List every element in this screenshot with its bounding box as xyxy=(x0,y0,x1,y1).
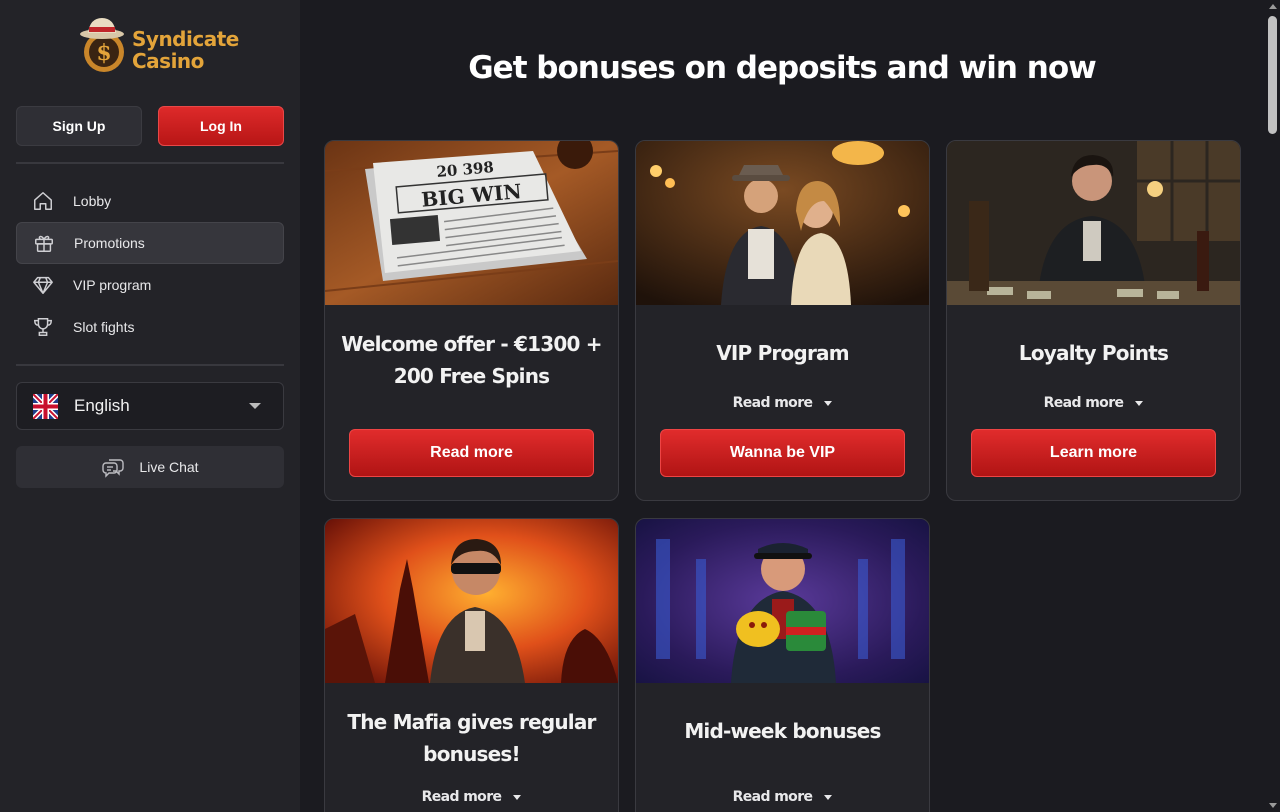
promo-card-mid-week-bonuses: Mid-week bonuses Read more xyxy=(635,518,930,812)
sidebar-nav: Lobby Promotions VIP program Slot fights xyxy=(16,180,284,348)
promo-title-line1: Welcome offer - €1300 + xyxy=(341,332,602,356)
log-in-button[interactable]: Log In xyxy=(158,106,284,146)
promo-card-loyalty-points: Loyalty Points Read more Learn more xyxy=(946,140,1241,501)
promo-title-line2: 200 Free Spins xyxy=(393,364,550,388)
promo-image-newspaper[interactable]: 20 398 BIG WIN xyxy=(325,141,618,305)
diamond-icon xyxy=(33,276,53,294)
live-chat-button[interactable]: Live Chat xyxy=(16,446,284,488)
sidebar-item-label: Slot fights xyxy=(73,319,135,335)
page-title: Get bonuses on deposits and win now xyxy=(468,50,1097,86)
live-chat-label: Live Chat xyxy=(139,459,199,475)
promo-title: VIP Program xyxy=(716,341,849,365)
sidebar-divider xyxy=(16,162,284,164)
read-more-label: Read more xyxy=(732,395,813,411)
gift-icon xyxy=(35,235,53,252)
chevron-down-icon xyxy=(1135,400,1144,406)
sidebar-item-label: Lobby xyxy=(73,193,112,209)
promo-image-banker-piggy[interactable] xyxy=(636,519,929,683)
logo-emblem-icon: $ xyxy=(80,18,124,72)
scrollbar-thumb[interactable] xyxy=(1268,16,1277,134)
chevron-down-icon xyxy=(249,403,261,409)
sidebar-item-promotions[interactable]: Promotions xyxy=(16,222,284,264)
read-more-toggle[interactable]: Read more xyxy=(947,395,1240,411)
sidebar-item-label: VIP program xyxy=(73,277,152,293)
promo-title: Loyalty Points xyxy=(1018,341,1169,365)
sidebar-item-label: Promotions xyxy=(74,235,145,251)
read-more-label: Read more xyxy=(421,789,502,805)
auth-buttons: Sign Up Log In xyxy=(16,106,284,146)
brand-name-line1: Syndicate xyxy=(132,27,239,51)
trophy-icon xyxy=(34,318,52,336)
chevron-down-icon xyxy=(824,400,833,406)
sidebar-divider xyxy=(16,364,284,366)
casino-logo[interactable]: $ Syndicate Casino xyxy=(78,14,239,78)
promo-image-mafia-man[interactable] xyxy=(325,519,618,683)
learn-more-button[interactable]: Learn more xyxy=(971,429,1216,477)
promo-title: Welcome offer - €1300 + 200 Free Spins xyxy=(335,328,608,392)
promo-card-vip-program: VIP Program Read more Wanna be VIP xyxy=(635,140,930,501)
sidebar-item-lobby[interactable]: Lobby xyxy=(16,180,284,222)
svg-text:$: $ xyxy=(96,40,111,66)
language-select[interactable]: English xyxy=(16,382,284,430)
promo-title-line2: bonuses! xyxy=(423,742,520,766)
chevron-down-icon xyxy=(513,794,522,800)
brand-name: Syndicate Casino xyxy=(132,28,239,72)
sign-up-button[interactable]: Sign Up xyxy=(16,106,142,146)
sidebar-item-slot-fights[interactable]: Slot fights xyxy=(16,306,284,348)
read-more-toggle[interactable]: Read more xyxy=(325,789,618,805)
wanna-be-vip-button[interactable]: Wanna be VIP xyxy=(660,429,905,477)
promo-title: Mid-week bonuses xyxy=(684,719,881,743)
read-more-label: Read more xyxy=(732,789,813,805)
read-more-toggle[interactable]: Read more xyxy=(636,395,929,411)
language-label: English xyxy=(74,396,130,415)
promo-image-mobster-table[interactable] xyxy=(947,141,1240,305)
home-icon xyxy=(34,192,52,210)
chat-icon xyxy=(102,459,125,478)
read-more-button[interactable]: Read more xyxy=(349,429,594,477)
sidebar: $ Syndicate Casino Sign Up Log In Lobby xyxy=(0,0,300,812)
brand-name-line2: Casino xyxy=(132,49,204,73)
scroll-up-arrow-icon[interactable] xyxy=(1269,4,1277,9)
promo-title-line1: The Mafia gives regular xyxy=(347,710,596,734)
promo-title: The Mafia gives regular bonuses! xyxy=(335,706,608,770)
promo-card-mafia-bonuses: The Mafia gives regular bonuses! Read mo… xyxy=(324,518,619,812)
scrollbar[interactable] xyxy=(1266,0,1280,812)
promo-card-welcome-offer: 20 398 BIG WIN Welcome offer - €1300 + 2… xyxy=(324,140,619,501)
scroll-down-arrow-icon[interactable] xyxy=(1269,803,1277,808)
uk-flag-icon xyxy=(33,393,58,419)
promo-image-vip-couple[interactable] xyxy=(636,141,929,305)
read-more-label: Read more xyxy=(1043,395,1124,411)
read-more-toggle[interactable]: Read more xyxy=(636,789,929,805)
chevron-down-icon xyxy=(824,794,833,800)
sidebar-item-vip-program[interactable]: VIP program xyxy=(16,264,284,306)
